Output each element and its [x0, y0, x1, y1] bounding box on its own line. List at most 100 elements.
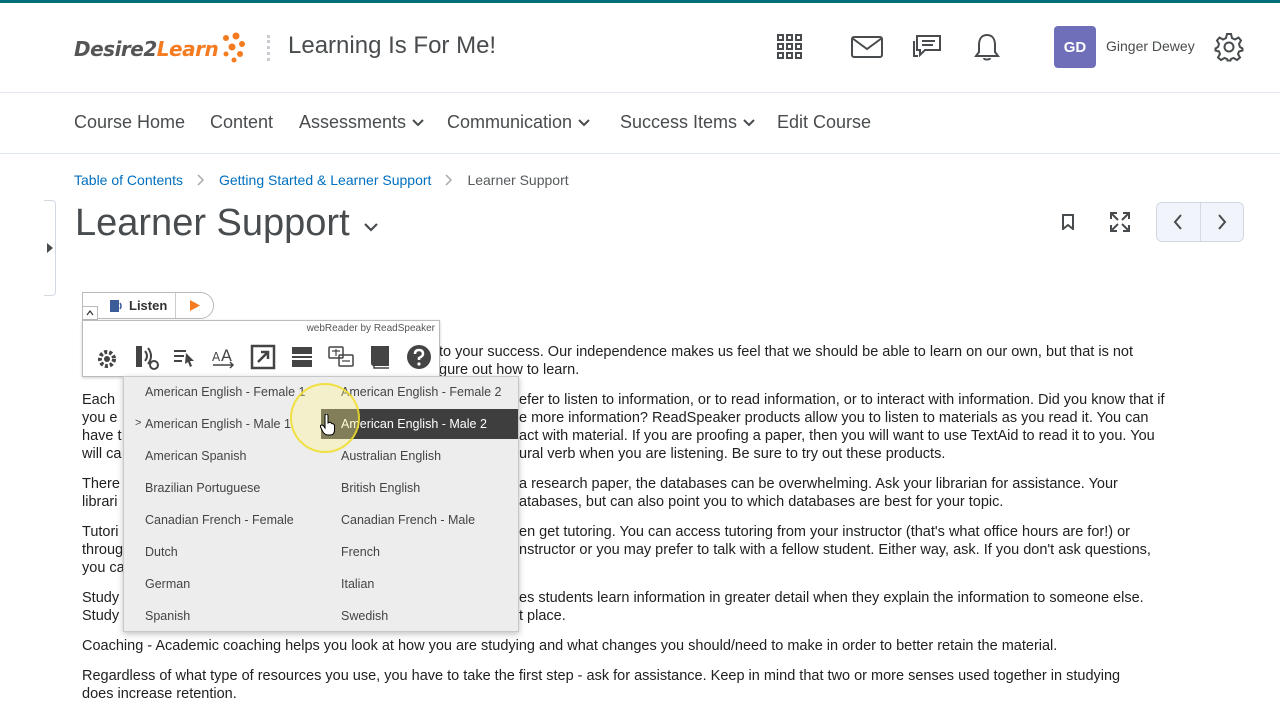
logo-divider — [267, 35, 270, 61]
d2l-logo[interactable]: Desire2Learn — [74, 29, 246, 69]
content-text: nstructor or you may prefer to talk with… — [519, 542, 1151, 558]
content-text: to your success. Our independence makes … — [439, 344, 1134, 360]
caret-up-icon — [86, 310, 94, 316]
reader-settings-icon[interactable] — [87, 339, 126, 375]
content-text: you e — [82, 410, 118, 426]
breadcrumb-table-of-contents[interactable]: Table of Contents — [74, 172, 183, 188]
voice-option[interactable]: American Spanish — [124, 441, 321, 471]
listen-label: Listen — [129, 298, 168, 313]
voice-settings-icon[interactable] — [126, 339, 165, 375]
content-text: ural verb when you are listening. Be sur… — [519, 446, 946, 462]
svg-text:A: A — [212, 350, 221, 364]
content-text: atabases, but can also point you to whic… — [519, 494, 1004, 510]
voice-label: Australian English — [341, 449, 442, 463]
course-navbar: Course Home Content Assessments Communic… — [0, 94, 1280, 154]
nav-label: Success Items — [620, 112, 738, 132]
breadcrumb-getting-started[interactable]: Getting Started & Learner Support — [219, 172, 431, 188]
nav-label: Edit Course — [777, 112, 872, 132]
chevron-right-icon — [1217, 214, 1227, 230]
voice-option[interactable]: Australian English — [321, 441, 518, 471]
user-avatar[interactable]: GD — [1054, 26, 1096, 68]
mail-icon[interactable] — [849, 29, 885, 65]
voice-label: Italian — [341, 577, 375, 591]
nav-communication[interactable]: Communication — [447, 112, 590, 133]
dictionary-icon[interactable] — [360, 339, 399, 375]
collapse-reader-button[interactable] — [82, 306, 98, 320]
voice-option[interactable]: British English — [321, 473, 518, 503]
chevron-left-icon — [1173, 214, 1183, 230]
voice-label: American English - Male 2 — [341, 417, 487, 431]
content-text: Study — [82, 590, 120, 606]
content-text: en get tutoring. You can access tutoring… — [519, 524, 1131, 540]
breadcrumb: Table of Contents Getting Started & Lear… — [74, 172, 569, 188]
header: Desire2Learn Learning Is For Me! GD Ging… — [0, 3, 1280, 93]
voice-label: Canadian French - Female — [145, 513, 294, 527]
caret-right-icon — [46, 243, 53, 253]
nav-assessments[interactable]: Assessments — [299, 112, 424, 133]
page-title-text: Learner Support — [75, 202, 350, 244]
chevron-right-icon — [197, 174, 205, 186]
user-name[interactable]: Ginger Dewey — [1106, 38, 1195, 54]
fullscreen-icon[interactable] — [1106, 208, 1134, 236]
voice-option[interactable]: German — [124, 569, 321, 599]
voice-option[interactable]: Swedish — [321, 601, 518, 631]
play-icon — [189, 300, 200, 311]
nav-course-home[interactable]: Course Home — [74, 112, 185, 133]
previous-topic-button[interactable] — [1157, 203, 1201, 241]
nav-label: Assessments — [299, 112, 407, 132]
content-text: es students learn information in greater… — [519, 590, 1144, 606]
content-text: have t — [82, 428, 122, 444]
content-text: librari — [82, 494, 118, 510]
nav-edit-course[interactable]: Edit Course — [777, 112, 871, 133]
voice-option[interactable]: American English - Female 1 — [124, 377, 321, 407]
voice-option[interactable]: Spanish — [124, 601, 321, 631]
listen-button[interactable]: Listen — [82, 292, 214, 319]
play-button[interactable] — [175, 293, 213, 318]
bookmark-icon[interactable] — [1054, 208, 1082, 236]
toc-expand-tab[interactable] — [44, 200, 56, 296]
click-and-listen-icon[interactable] — [165, 339, 204, 375]
next-topic-button[interactable] — [1201, 203, 1244, 241]
text-settings-icon[interactable]: AA — [204, 339, 243, 375]
voice-label: American English - Female 1 — [145, 385, 306, 399]
voice-option[interactable]: French — [321, 537, 518, 567]
chevron-down-icon — [363, 223, 378, 232]
readspeaker-toolbar: webReader by ReadSpeaker AA — [82, 320, 440, 377]
voice-option[interactable]: Dutch — [124, 537, 321, 567]
content-text: Coaching - Academic coaching helps you l… — [82, 638, 1058, 654]
voice-label: American English - Female 2 — [341, 385, 502, 399]
nav-content[interactable]: Content — [210, 112, 273, 133]
site-title[interactable]: Learning Is For Me! — [288, 32, 496, 60]
voice-option[interactable]: Italian — [321, 569, 518, 599]
voice-label: British English — [341, 481, 421, 495]
voice-label: Swedish — [341, 609, 389, 623]
nav-label: Course Home — [74, 112, 186, 132]
nav-success-items[interactable]: Success Items — [620, 112, 755, 133]
chevron-down-icon — [743, 118, 755, 126]
content-text: will ca — [82, 446, 122, 462]
translation-icon[interactable] — [321, 339, 360, 375]
voice-option[interactable]: Canadian French - Male — [321, 505, 518, 535]
content-text: act with material. If you are proofing a… — [519, 428, 1155, 444]
voice-label: French — [341, 545, 380, 559]
help-icon[interactable] — [399, 339, 438, 375]
gear-icon[interactable] — [1211, 29, 1247, 65]
chat-icon[interactable] — [909, 29, 945, 65]
content-text: does increase retention. — [82, 686, 237, 702]
apps-grid-icon[interactable] — [772, 29, 808, 65]
content-text: efer to listen to information, or to rea… — [519, 392, 1165, 408]
content-text: Each — [82, 392, 116, 408]
voice-option[interactable]: Canadian French - Female — [124, 505, 321, 535]
chevron-right-icon — [445, 174, 453, 186]
bell-icon[interactable] — [969, 29, 1005, 65]
voice-option[interactable]: Brazilian Portuguese — [124, 473, 321, 503]
page-title[interactable]: Learner Support — [75, 202, 378, 245]
current-voice-marker: > — [135, 417, 142, 429]
content-text: throug — [82, 542, 124, 558]
breadcrumb-current: Learner Support — [467, 172, 569, 188]
content-text: Tutori — [82, 524, 119, 540]
content-text: a research paper, the databases can be o… — [519, 476, 1118, 492]
page-mask-icon[interactable] — [243, 339, 282, 375]
voice-label: Spanish — [145, 609, 191, 623]
reading-ruler-icon[interactable] — [282, 339, 321, 375]
